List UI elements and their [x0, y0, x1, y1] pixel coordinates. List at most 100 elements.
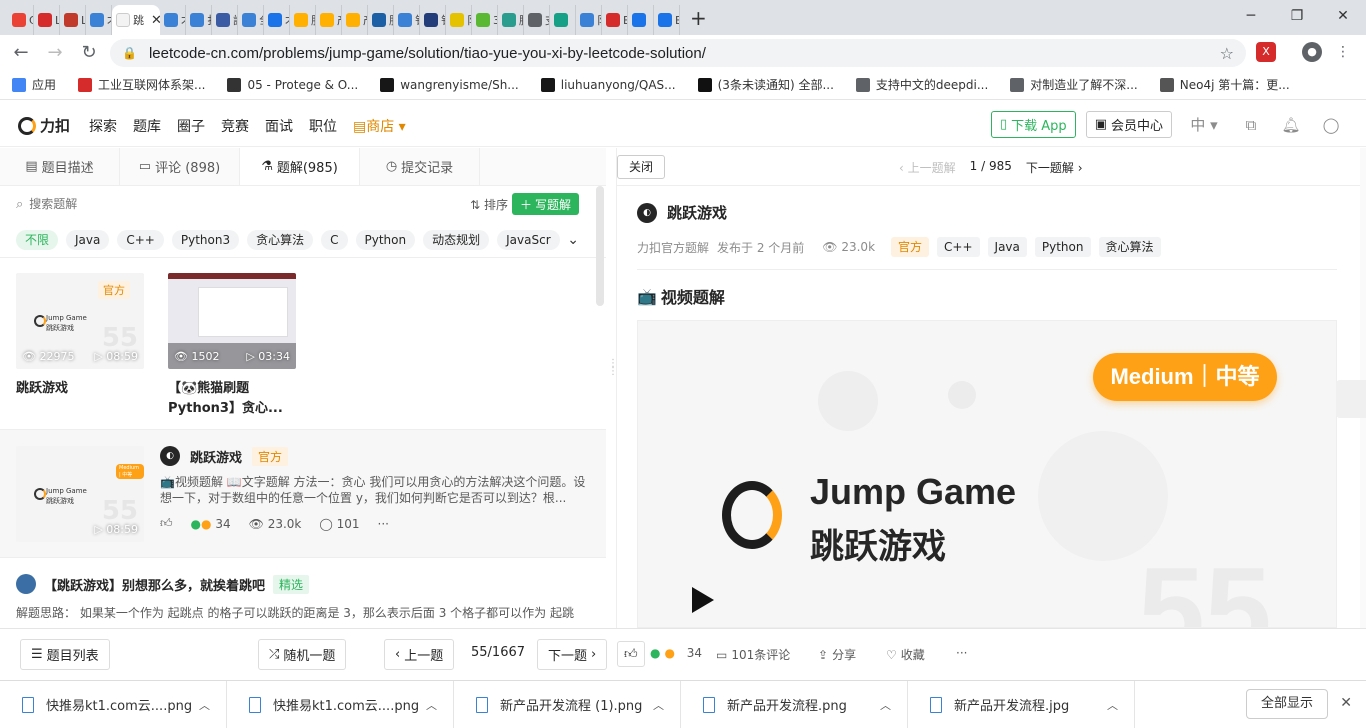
chevron-up-icon[interactable]: ︿ — [199, 697, 210, 713]
video-title[interactable]: 【🐼熊猫刷题Python3】贪心... — [168, 379, 296, 419]
browser-tab[interactable]: 3 — [472, 5, 498, 35]
solution-title[interactable]: 【跳跃游戏】别想那么多，就挨着跳吧 — [44, 575, 265, 594]
prev-problem-button[interactable]: ‹ 上一题 — [384, 639, 455, 670]
browser-tab[interactable]: 产 — [342, 5, 368, 35]
bookmark-item[interactable]: liuhuanyong/QAS... — [540, 77, 676, 92]
filter-tag[interactable]: JavaScr — [497, 229, 560, 250]
video-player[interactable]: 55 Medium｜中等 Jump Game 跳跃游戏 — [637, 320, 1337, 628]
video-card[interactable]: 👁︎ 1502 ▷ 03:34 【🐼熊猫刷题Python3】贪心... — [168, 273, 296, 416]
download-item[interactable]: 新产品开发流程 (1).png ︿ — [454, 680, 681, 728]
chevron-down-icon[interactable]: ⌄ — [563, 231, 579, 248]
browser-tab[interactable] — [550, 5, 576, 35]
new-tab-icon[interactable]: + — [690, 6, 707, 30]
filter-tag[interactable]: Java — [66, 229, 110, 250]
browser-tab[interactable]: 刍 — [238, 5, 264, 35]
article-tag[interactable]: C++ — [937, 237, 980, 257]
filter-tag[interactable]: 贪心算法 — [247, 229, 314, 250]
browser-tab[interactable]: 肛 — [368, 5, 394, 35]
chevron-up-icon[interactable]: ︿ — [426, 697, 437, 713]
browser-tab[interactable]: 才 — [86, 5, 112, 35]
tab-solutions[interactable]: ⚗ 题解(985) — [240, 148, 360, 185]
nav-item[interactable]: 圈子 — [177, 116, 205, 136]
download-app-button[interactable]: ▯ 下载 App — [991, 111, 1076, 138]
article-author[interactable]: 力扣官方题解 — [637, 239, 709, 256]
browser-tab[interactable]: L — [60, 5, 86, 35]
bookmark-item[interactable]: Neo4j 第十篇：更... — [1159, 76, 1290, 93]
solution-list-item[interactable]: Medium | 中等 Jump Game 跳跃游戏 55 ▷ 08:59 ◐ 跳… — [0, 430, 606, 558]
filter-tag[interactable]: C++ — [117, 229, 164, 250]
solution-search-input[interactable] — [29, 197, 330, 211]
browser-tab[interactable]: 才 — [264, 5, 290, 35]
browser-tab-active[interactable]: 跳 ✕ — [112, 5, 160, 35]
solution-author[interactable]: 跳跃游戏 — [190, 447, 242, 466]
play-icon[interactable] — [692, 587, 714, 613]
solution-thumbnail[interactable]: Medium | 中等 Jump Game 跳跃游戏 55 ▷ 08:59 — [16, 446, 144, 542]
extension-icon[interactable]: X — [1256, 42, 1276, 62]
bookmark-item[interactable]: 应用 — [12, 76, 56, 93]
more-icon[interactable]: ··· — [378, 517, 389, 531]
feedback-float-icon[interactable] — [1336, 380, 1366, 418]
url-omnibox[interactable]: 🔒 leetcode-cn.com/problems/jump-game/sol… — [110, 39, 1246, 67]
back-icon[interactable]: ← — [4, 42, 38, 63]
tab-description[interactable]: ▤ 题目描述 — [0, 148, 120, 185]
browser-tab[interactable]: 阝 — [576, 5, 602, 35]
next-problem-button[interactable]: 下一题 › — [537, 639, 608, 670]
browser-tab[interactable]: 肛 — [290, 5, 316, 35]
bookmark-item[interactable]: wangrenyisme/Sh... — [380, 77, 519, 92]
download-item[interactable]: 新产品开发流程.png ︿ — [681, 680, 908, 728]
leetcode-logo[interactable]: 力扣 — [18, 115, 70, 136]
article-tag[interactable]: Java — [987, 237, 1027, 257]
reload-icon[interactable]: ↻ — [72, 42, 106, 63]
browser-tab[interactable]: 阝 — [446, 5, 472, 35]
menu-kebab-icon[interactable]: ⋮ — [1333, 42, 1353, 62]
browser-tab[interactable]: 肠 — [498, 5, 524, 35]
filter-tag[interactable]: 不限 — [16, 229, 59, 250]
chevron-up-icon[interactable]: ︿ — [653, 697, 664, 713]
filter-tag[interactable]: Python — [355, 229, 416, 250]
favorite-button[interactable]: ♡ 收藏 — [886, 646, 925, 663]
nav-item-shop[interactable]: ▤商店 ▾ — [353, 116, 406, 136]
thumbs-up-icon[interactable]: 👍︎ — [160, 516, 173, 531]
video-card[interactable]: 官方 Jump Game 跳跃游戏 55 👁︎ 22975 ▷ 08:59 跳跃游… — [16, 273, 144, 414]
browser-tab[interactable]: 钅 — [394, 5, 420, 35]
browser-tab[interactable]: 才 — [160, 5, 186, 35]
profile-icon[interactable]: ● — [1302, 42, 1322, 62]
tab-submissions[interactable]: ◷ 提交记录 — [360, 148, 480, 185]
random-problem-button[interactable]: ⤮ 随机一题 — [258, 639, 347, 670]
browser-tab[interactable]: C — [8, 5, 34, 35]
browser-tab[interactable]: E — [654, 5, 680, 35]
close-window-icon[interactable]: ✕ — [1320, 0, 1366, 32]
filter-tag[interactable]: Python3 — [171, 229, 240, 250]
prev-solution-button[interactable]: ‹ 上一题解 — [899, 159, 956, 176]
vip-center-button[interactable]: ▣ 会员中心 — [1085, 111, 1172, 138]
comment-count[interactable]: ◯ 101 — [319, 517, 359, 531]
bookmark-item[interactable]: 对制造业了解不深... — [1010, 76, 1138, 93]
nav-item[interactable]: 题库 — [133, 116, 161, 136]
more-icon[interactable]: ··· — [956, 646, 967, 660]
close-solution-button[interactable]: 关闭 — [617, 154, 666, 179]
comments-button[interactable]: ▭ 101条评论 — [716, 646, 790, 663]
browser-tab[interactable]: 扌 — [186, 5, 212, 35]
bookmark-star-icon[interactable]: ☆ — [1220, 44, 1234, 63]
browser-tab[interactable]: 钅 — [420, 5, 446, 35]
close-tab-icon[interactable]: ✕ — [151, 13, 160, 28]
browser-tab[interactable]: L — [34, 5, 60, 35]
article-tag[interactable]: 贪心算法 — [1098, 237, 1161, 257]
chevron-up-icon[interactable]: ︿ — [1107, 697, 1118, 713]
next-solution-button[interactable]: 下一题解 › — [1026, 159, 1083, 176]
maximize-icon[interactable]: ❐ — [1274, 0, 1320, 32]
user-avatar-icon[interactable]: ◯ — [1316, 116, 1346, 134]
show-all-downloads-button[interactable]: 全部显示 — [1245, 689, 1328, 719]
sort-button[interactable]: ⇅ 排序 — [470, 196, 508, 213]
download-item[interactable]: 快推易kt1.com云....png ︿ — [227, 680, 454, 728]
playground-icon[interactable]: ⧉ — [1236, 116, 1266, 134]
write-solution-button[interactable]: ＋写题解 — [511, 193, 579, 215]
bookmark-item[interactable]: (3条未读通知) 全部... — [697, 76, 834, 93]
notification-bell-icon[interactable]: 🔔︎ — [1276, 116, 1306, 134]
share-button[interactable]: ⇪ 分享 — [818, 646, 856, 663]
video-thumbnail[interactable]: 官方 Jump Game 跳跃游戏 55 👁︎ 22975 ▷ 08:59 — [16, 273, 144, 369]
bookmark-item[interactable]: 工业互联网体系架... — [78, 76, 205, 93]
nav-item[interactable]: 探索 — [89, 116, 117, 136]
tab-comments[interactable]: ▭ 评论 (898) — [120, 148, 240, 185]
thumbs-up-icon[interactable]: 👍︎ — [617, 641, 645, 667]
